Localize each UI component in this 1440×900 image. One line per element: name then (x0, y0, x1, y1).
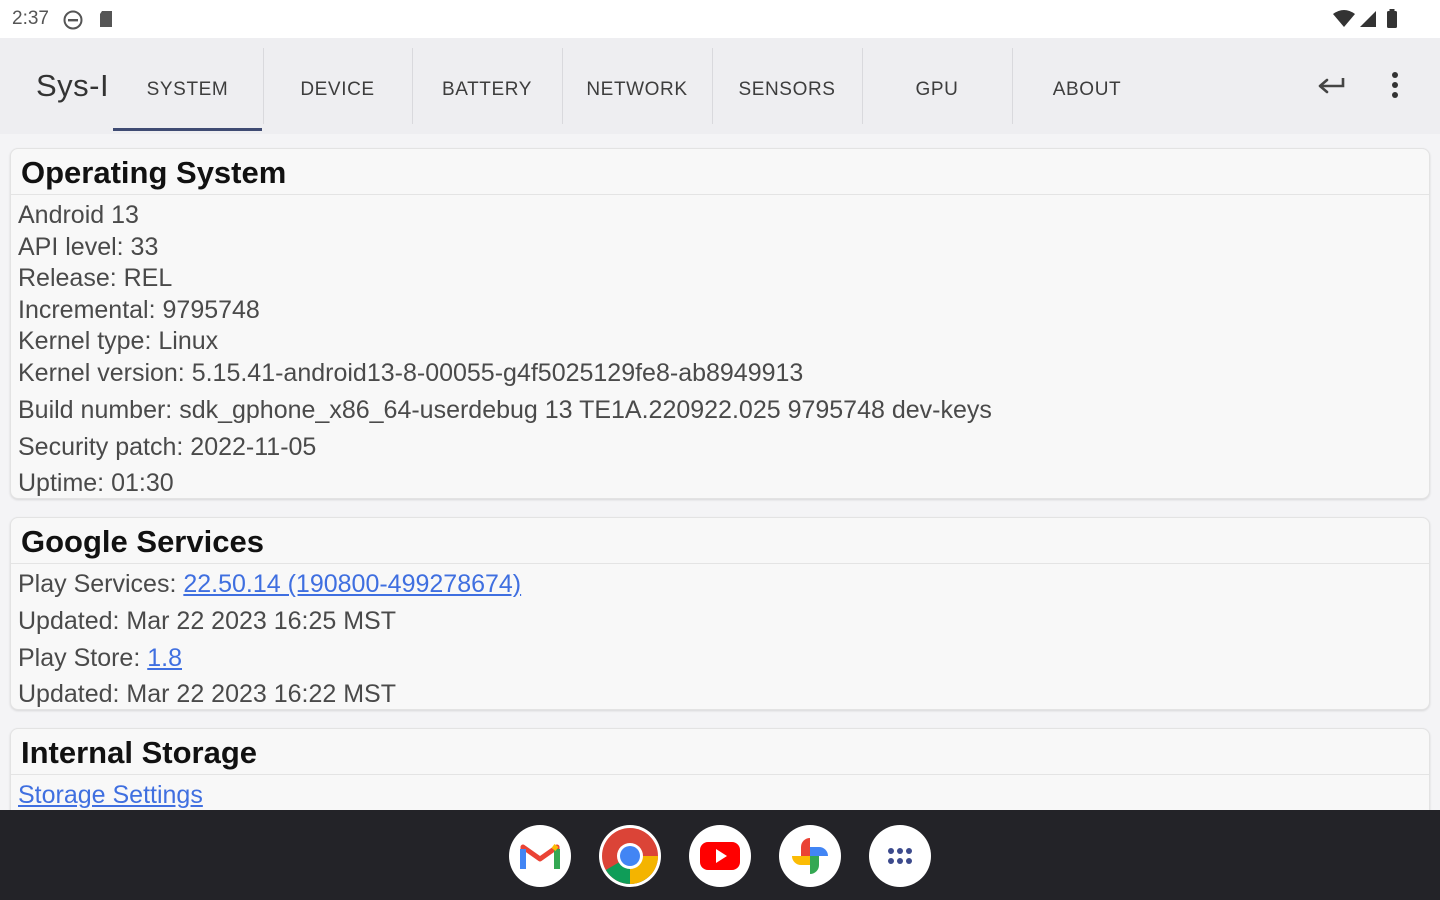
play-store-updated: Updated: Mar 22 2023 16:22 MST (18, 680, 397, 708)
tab-system[interactable]: SYSTEM (113, 48, 262, 132)
cell-signal-icon (1358, 9, 1378, 34)
storage-settings-link[interactable]: Storage Settings (18, 781, 203, 809)
youtube-icon[interactable] (689, 825, 751, 887)
tab-gpu[interactable]: GPU (862, 48, 1012, 132)
status-bar: 2:37 (0, 0, 1440, 38)
play-store-row: Play Store: 1.8 (18, 644, 182, 673)
selected-tab-indicator (113, 128, 262, 131)
kernel-version: Kernel version: 5.15.41-android13-8-0005… (18, 359, 804, 387)
battery-icon (1386, 9, 1398, 34)
tab-network[interactable]: NETWORK (562, 48, 712, 132)
card-title: Internal Storage (11, 729, 1429, 775)
os-version: Android 13 (18, 201, 139, 229)
build-number: Build number: sdk_gphone_x86_64-userdebu… (18, 396, 992, 424)
operating-system-card: Operating System Android 13 API level: 3… (10, 148, 1430, 499)
kernel-type: Kernel type: Linux (18, 327, 219, 355)
card-title: Operating System (11, 149, 1429, 195)
app-drawer-icon[interactable] (869, 825, 931, 887)
chrome-icon[interactable] (599, 825, 661, 887)
app-bar: Sys-I SYSTEM DEVICE BATTERY NETWORK SENS… (0, 38, 1440, 134)
share-icon[interactable] (1316, 72, 1348, 103)
play-store-version-link[interactable]: 1.8 (147, 644, 182, 672)
play-services-version-link[interactable]: 22.50.14 (190800-499278674) (183, 570, 521, 598)
tab-battery[interactable]: BATTERY (412, 48, 562, 132)
gmail-icon[interactable] (509, 825, 571, 887)
security-patch: Security patch: 2022-11-05 (18, 433, 317, 461)
release: Release: REL (18, 264, 173, 292)
photos-icon[interactable] (779, 825, 841, 887)
incremental: Incremental: 9795748 (18, 296, 260, 324)
card-title: Google Services (11, 518, 1429, 564)
wifi-icon (1332, 9, 1356, 34)
status-time: 2:37 (12, 8, 49, 29)
play-services-row: Play Services: 22.50.14 (190800-49927867… (18, 570, 521, 599)
tab-sensors[interactable]: SENSORS (712, 48, 862, 132)
uptime: Uptime: 01:30 (18, 469, 174, 497)
app-title: Sys-I (36, 68, 110, 103)
api-level: API level: 33 (18, 233, 159, 261)
tab-about[interactable]: ABOUT (1012, 48, 1162, 132)
taskbar (0, 810, 1440, 900)
more-vert-icon[interactable] (1384, 70, 1406, 107)
play-store-label: Play Store: (18, 644, 148, 672)
dnd-icon (62, 9, 84, 36)
play-services-label: Play Services: (18, 570, 184, 598)
tab-device[interactable]: DEVICE (263, 48, 412, 132)
storage-settings-row: Storage Settings (18, 781, 203, 810)
sd-card-icon (98, 9, 114, 34)
google-services-card: Google Services Play Services: 22.50.14 … (10, 517, 1430, 710)
play-services-updated: Updated: Mar 22 2023 16:25 MST (18, 607, 397, 635)
